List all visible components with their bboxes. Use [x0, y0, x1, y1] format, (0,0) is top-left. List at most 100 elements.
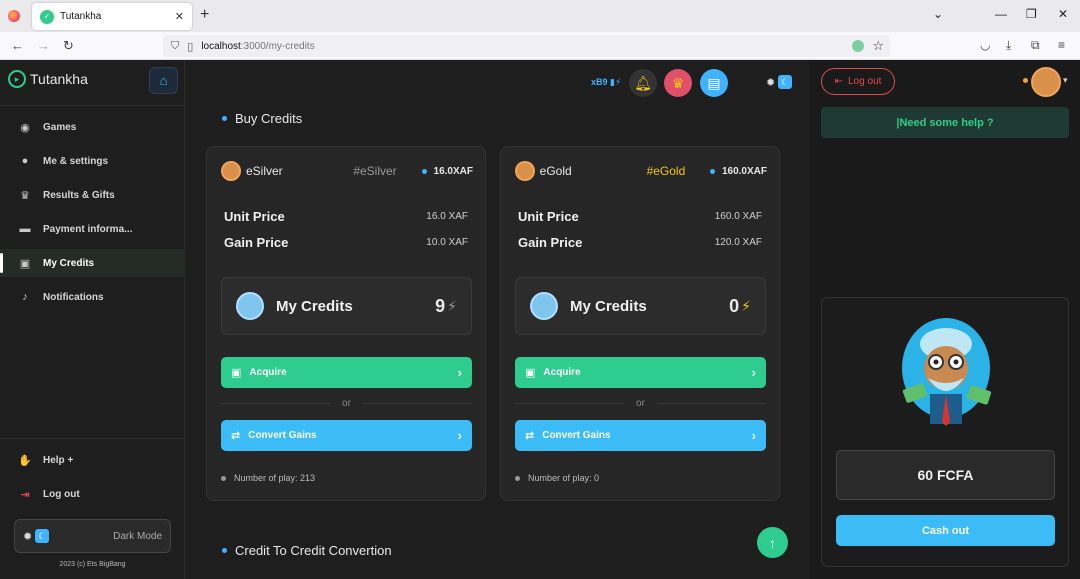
shield-icon[interactable]: ⛉ [171, 40, 179, 53]
convert-gains-button[interactable]: ⇄ Convert Gains › [515, 420, 766, 451]
bolt-icon: ⚡︎ [741, 297, 751, 314]
sidebar-item-results[interactable]: ♛ Results & Gifts [0, 181, 185, 209]
card-icon: ▬ [19, 223, 31, 235]
my-credits-label: My Credits [276, 297, 353, 315]
chevron-right-icon: › [457, 428, 462, 443]
brand-logo-icon: ▸ [8, 70, 26, 88]
online-status-dot [1023, 78, 1028, 83]
sidebar-item-my-credits[interactable]: ▣ My Credits [0, 249, 185, 277]
back-icon[interactable]: ← [11, 38, 24, 53]
header-theme-toggle[interactable]: ✹ ☾ [766, 75, 793, 89]
url-bar[interactable]: ⛉ ▯ localhost:3000/my-credits ☆ [163, 35, 890, 57]
acquire-button[interactable]: ▣ Acquire › [221, 357, 472, 388]
sidebar-item-logout[interactable]: ⇥ Log out [0, 480, 185, 508]
sun-icon: ✹ [23, 530, 33, 543]
close-window-icon[interactable]: ✕ [1058, 7, 1068, 21]
trophy-icon: ♛ [671, 74, 685, 91]
sidebar-item-payment[interactable]: ▬ Payment informa... [0, 215, 185, 243]
card-header: eSilver #eSilver 16.0XAF [221, 161, 473, 181]
cash-out-button[interactable]: Cash out [836, 515, 1055, 546]
sidebar-item-help[interactable]: ✋ Help + [0, 446, 185, 474]
sidebar-item-label: My Credits [43, 257, 95, 269]
wallet-icon: ▤ [707, 74, 721, 91]
sidebar-item-label: Results & Gifts [43, 189, 115, 201]
avatar-icon [221, 161, 241, 181]
unit-price-value: 16.0 XAF [426, 211, 468, 222]
sidebar-item-label: Games [43, 121, 77, 133]
pocket-icon[interactable]: ◡ [980, 38, 990, 52]
my-credits-box: My Credits 0 ⚡︎ [515, 277, 766, 335]
notification-bell-button[interactable]: 🔔︎ [629, 69, 657, 97]
credits-indicator-icon: ▮⚡ [610, 77, 622, 87]
bullet-dot [222, 548, 227, 553]
new-tab-icon[interactable]: + [200, 6, 209, 24]
close-tab-icon[interactable]: ✕ [175, 10, 184, 23]
cashout-card: 60 FCFA Cash out [821, 297, 1069, 567]
or-label: or [342, 397, 351, 409]
dark-mode-toggle[interactable]: ✹ ☾ Dark Mode [14, 519, 171, 553]
arrow-up-icon: ↑ [769, 534, 776, 551]
swap-icon: ⇄ [525, 430, 535, 442]
sidebar-item-notifications[interactable]: ♪ Notifications [0, 283, 185, 311]
extension-icon[interactable] [852, 40, 864, 52]
avatar[interactable] [1031, 67, 1061, 97]
cash-icon: ▣ [231, 367, 242, 379]
acquire-button[interactable]: ▣ Acquire › [515, 357, 766, 388]
scroll-to-top-button[interactable]: ↑ [757, 527, 788, 558]
chevron-right-icon: › [751, 365, 756, 380]
handshake-icon: ✋ [18, 454, 32, 467]
user-avatar-icon [530, 292, 558, 320]
bell-icon: ♪ [22, 291, 28, 303]
status-badge: xB9 [591, 77, 608, 87]
brand[interactable]: ▸ Tutankha [8, 70, 88, 88]
forward-icon[interactable]: → [37, 38, 50, 53]
trophy-button[interactable]: ♛ [664, 69, 692, 97]
browser-tab[interactable]: ✓ Tutankha ✕ [32, 3, 192, 30]
logout-label: Log out [848, 76, 882, 87]
bullet-dot [222, 116, 227, 121]
sidebar-item-settings[interactable]: ● Me & settings [0, 147, 185, 175]
sidebar-item-games[interactable]: ◉ Games [0, 113, 185, 141]
menu-icon[interactable]: ≡ [1058, 38, 1065, 52]
tab-list-chevron-icon[interactable]: ⌄ [933, 7, 943, 21]
home-icon: ⌂ [159, 73, 168, 88]
bookmark-star-icon[interactable]: ☆ [872, 38, 884, 54]
trophy-icon: ♛ [20, 189, 30, 202]
restore-icon[interactable]: ❐ [1026, 7, 1037, 21]
gain-price-label: Gain Price [224, 235, 289, 250]
moon-icon: ☾ [35, 529, 50, 543]
need-help-button[interactable]: |Need some help ? [821, 107, 1069, 138]
convert-gains-button[interactable]: ⇄ Convert Gains › [221, 420, 472, 451]
home-button[interactable]: ⌂ [149, 67, 178, 94]
gamepad-icon: ◉ [20, 121, 30, 134]
gain-price-value: 10.0 XAF [426, 237, 468, 248]
logout-icon: ⇥ [20, 488, 30, 501]
url-text[interactable]: localhost:3000/my-credits [201, 41, 314, 52]
nav-bar: ← → ↻ ⛉ ▯ localhost:3000/my-credits ☆ [0, 32, 1080, 60]
chevron-right-icon: › [751, 428, 756, 443]
unit-price-row: Unit Price 16.0 XAF [224, 209, 468, 224]
sidebar: ▸ Tutankha ⌂ ◉ Games ● Me & settings ♛ R… [0, 60, 185, 579]
card-price: 16.0XAF [422, 166, 473, 177]
logout-button[interactable]: ⇤ Log out [821, 68, 895, 95]
gain-price-value: 120.0 XAF [714, 237, 762, 248]
chevron-down-icon[interactable]: ▾ [1063, 75, 1068, 86]
gain-price-row: Gain Price 10.0 XAF [224, 235, 468, 250]
minimize-icon[interactable]: — [995, 7, 1007, 21]
credit-card-esilver: eSilver #eSilver 16.0XAF Unit Price 16.0… [206, 146, 486, 501]
bell-icon: 🔔︎ [634, 74, 652, 91]
mascot-illustration [902, 318, 992, 426]
download-icon[interactable]: ⤓ [1006, 38, 1011, 53]
divider [0, 105, 185, 106]
credit-card-egold: eGold #eGold 160.0XAF Unit Price 160.0 X… [500, 146, 780, 501]
my-credits-value: 9 [435, 295, 446, 316]
extensions-icon[interactable]: ⧉ [1031, 38, 1040, 53]
firefox-icon[interactable] [8, 10, 20, 22]
theme-toggle[interactable]: ✹ ☾ [23, 529, 50, 543]
card-name: eSilver [246, 164, 283, 178]
card-price: 160.0XAF [710, 166, 767, 177]
divider [0, 438, 185, 439]
unit-price-row: Unit Price 160.0 XAF [518, 209, 762, 224]
wallet-button[interactable]: ▤ [700, 69, 728, 97]
reload-icon[interactable]: ↻ [63, 38, 74, 54]
